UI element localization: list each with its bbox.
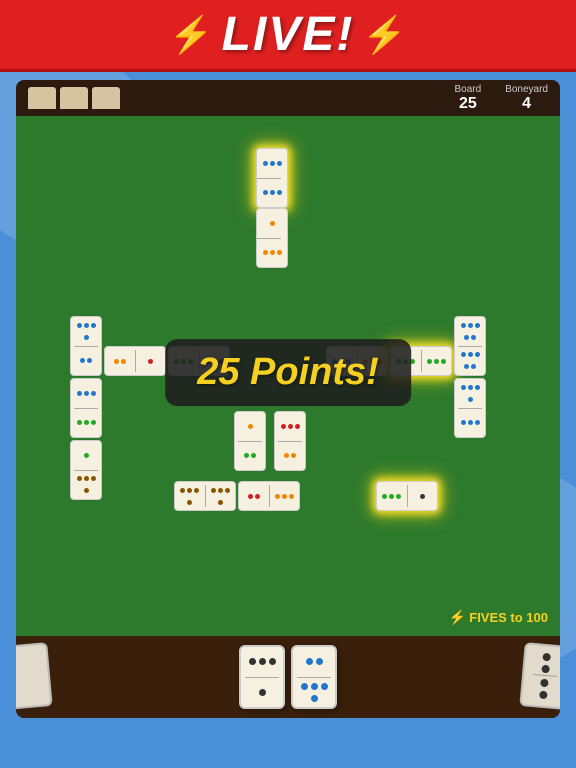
score-tab-1[interactable] [28, 87, 56, 109]
fives-text: FIVES to 100 [469, 610, 548, 625]
points-popup: 25 Points! [165, 339, 411, 406]
game-board[interactable]: 25 Points! [16, 116, 560, 636]
score-tab-2[interactable] [60, 87, 88, 109]
board-value: 25 [459, 95, 477, 113]
hand-domino-2[interactable] [291, 645, 337, 709]
score-tab-3[interactable] [92, 87, 120, 109]
info-stats: Board 25 Boneyard 4 [455, 84, 549, 113]
domino-center-upper[interactable] [256, 208, 288, 268]
player-hand[interactable] [16, 636, 560, 718]
domino-far-left-3[interactable] [70, 440, 102, 500]
score-tabs [28, 87, 120, 109]
lightning-left-icon: ⚡ [169, 14, 214, 56]
domino-bottom-h1[interactable] [174, 481, 236, 511]
live-label: LIVE! [222, 7, 355, 62]
hand-domino-edge-right [519, 642, 560, 710]
domino-far-left-1[interactable] [70, 316, 102, 376]
domino-bottom-center-1[interactable] [234, 411, 266, 471]
domino-left-h1[interactable] [104, 346, 166, 376]
boneyard-label: Boneyard [505, 84, 548, 95]
board-info: Board 25 [455, 84, 482, 113]
domino-far-right-2[interactable] [454, 378, 486, 438]
domino-bottom-center-2[interactable] [274, 411, 306, 471]
header-banner: ⚡ LIVE! ⚡ [0, 0, 576, 72]
boneyard-value: 4 [522, 95, 531, 113]
domino-top-center[interactable] [256, 148, 288, 208]
domino-bottom-h3[interactable] [376, 481, 438, 511]
domino-far-right-1[interactable] [454, 316, 486, 376]
domino-bottom-h2[interactable] [238, 481, 300, 511]
info-bar: Board 25 Boneyard 4 [16, 80, 560, 116]
fives-bolt-icon: ⚡ [449, 609, 466, 626]
fives-indicator: ⚡ FIVES to 100 [449, 609, 548, 626]
board-label: Board [455, 84, 482, 95]
boneyard-info: Boneyard 4 [505, 84, 548, 113]
game-container: Board 25 Boneyard 4 [16, 80, 560, 718]
hand-domino-edge-left [16, 642, 53, 710]
domino-far-left-2[interactable] [70, 378, 102, 438]
lightning-right-icon: ⚡ [362, 14, 407, 56]
hand-domino-1[interactable] [239, 645, 285, 709]
points-text: 25 Points! [197, 351, 379, 393]
